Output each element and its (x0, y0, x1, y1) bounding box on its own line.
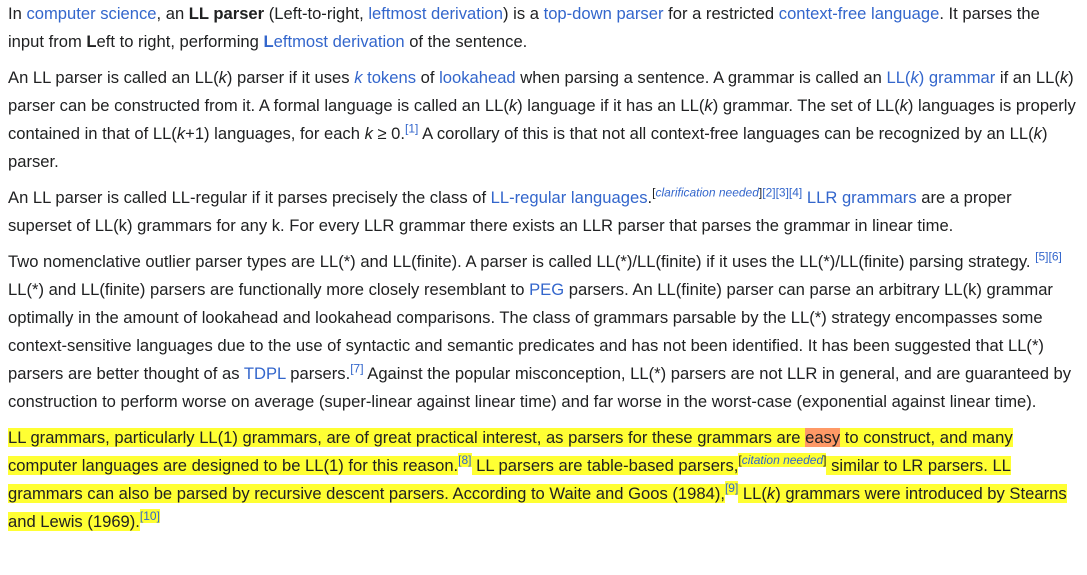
reference-6: [6] (1049, 249, 1062, 263)
var-k: k (364, 124, 373, 143)
link-lookahead[interactable]: lookahead (439, 68, 516, 87)
reference-link[interactable]: [8] (458, 453, 471, 467)
link-k-tokens[interactable]: k tokens (354, 68, 416, 87)
var-k: k (218, 68, 227, 87)
text: +1) languages, for each (185, 124, 365, 143)
paragraph-ll-regular: An LL parser is called LL-regular if it … (8, 184, 1079, 240)
text: ) is a (503, 4, 544, 23)
text: (Left-to-right, (264, 4, 369, 23)
link-llr-grammars[interactable]: LLR grammars (807, 188, 917, 207)
paragraph-highlighted: LL grammars, particularly LL(1) grammars… (8, 424, 1079, 536)
text: when parsing a sentence. A grammar is ca… (515, 68, 887, 87)
link-ll-regular-languages[interactable]: LL-regular languages (491, 188, 648, 207)
reference-link[interactable]: [6] (1049, 249, 1062, 263)
text: LL(*) and LL(finite) parsers are functio… (8, 280, 530, 299)
reference-link[interactable]: [10] (140, 509, 160, 523)
text: ) language if it has an LL( (517, 96, 705, 115)
reference-link[interactable]: [7] (350, 361, 363, 375)
text: of (416, 68, 440, 87)
text: Two nomenclative outlier parser types ar… (8, 252, 1036, 271)
link-computer-science[interactable]: computer science (26, 4, 156, 23)
var-k: k (1059, 68, 1069, 87)
reference-link[interactable]: [3] (776, 185, 789, 199)
reference-1: [1] (405, 121, 418, 135)
var-k: k (176, 124, 186, 143)
link-bold-letter: L (263, 32, 274, 51)
term-ll-parser: LL parser (188, 4, 265, 23)
text: , an (156, 4, 189, 23)
highlighted-text: LL parsers are table-based parsers, (471, 456, 739, 475)
text: ) parser if it uses (226, 68, 355, 87)
strong-highlight-word: easy (805, 428, 841, 447)
reference-link[interactable]: [2] (762, 185, 775, 199)
reference-2: [2] (762, 185, 775, 199)
link-leftmost-derivation[interactable]: leftmost derivation (368, 4, 503, 23)
paragraph-intro: In computer science, an LL parser (Left-… (8, 0, 1079, 56)
reference-link[interactable]: [1] (405, 121, 418, 135)
citation-needed-tag: [citation needed] (738, 453, 827, 468)
highlighted-text: LL( (738, 484, 767, 503)
text: An LL parser is called an LL( (8, 68, 219, 87)
var-k: k (508, 96, 518, 115)
reference-7: [7] (350, 361, 363, 375)
var-k: k (1033, 124, 1042, 143)
link-peg[interactable]: PEG (529, 280, 564, 299)
text: An LL parser is called LL-regular if it … (8, 188, 491, 207)
text: ≥ 0. (372, 124, 406, 143)
var-k: k (766, 484, 776, 503)
link-leftmost-derivation-2[interactable]: Leftmost derivation (263, 32, 404, 51)
reference-3: [3] (776, 185, 789, 199)
clarification-needed-link[interactable]: clarification needed (655, 185, 758, 199)
text: In (8, 4, 27, 23)
text: ) grammar. The set of LL( (712, 96, 900, 115)
link-context-free-language[interactable]: context-free language (779, 4, 940, 23)
link-llk-grammar[interactable]: LL(k) grammar (886, 68, 995, 87)
text: eft to right, performing (96, 32, 264, 51)
reference-link[interactable]: [5] (1035, 249, 1048, 263)
link-top-down-parser[interactable]: top-down parser (544, 4, 664, 23)
clarification-needed-tag: [clarification needed] (652, 185, 762, 199)
reference-link[interactable]: [4] (789, 185, 802, 199)
var-k: k (910, 68, 919, 87)
reference-4: [4] (789, 185, 802, 199)
text: for a restricted (663, 4, 779, 23)
reference-link[interactable]: [9] (725, 481, 738, 495)
reference-8: [8] (458, 453, 472, 468)
bold-letter-l: L (86, 32, 97, 51)
text: if an LL( (995, 68, 1060, 87)
citation-needed-link[interactable]: citation needed (742, 453, 823, 467)
paragraph-llk: An LL parser is called an LL(k) parser i… (8, 64, 1079, 176)
paragraph-ll-star: Two nomenclative outlier parser types ar… (8, 248, 1079, 416)
article-body: In computer science, an LL parser (Left-… (0, 0, 1087, 536)
text: A corollary of this is that not all cont… (418, 124, 1034, 143)
text: of the sentence. (404, 32, 528, 51)
link-text: eftmost derivation (273, 32, 405, 51)
reference-5: [5] (1035, 249, 1048, 263)
reference-9: [9] (724, 481, 739, 496)
link-tdpl[interactable]: TDPL (244, 364, 286, 383)
highlighted-text: LL grammars, particularly LL(1) grammars… (8, 428, 806, 447)
var-k: k (899, 96, 908, 115)
var-k: k (704, 96, 713, 115)
reference-10: [10] (139, 509, 160, 524)
text: parsers. (285, 364, 351, 383)
link-text: LL( (886, 68, 911, 87)
link-text: ) grammar (918, 68, 996, 87)
link-text: tokens (362, 68, 416, 87)
